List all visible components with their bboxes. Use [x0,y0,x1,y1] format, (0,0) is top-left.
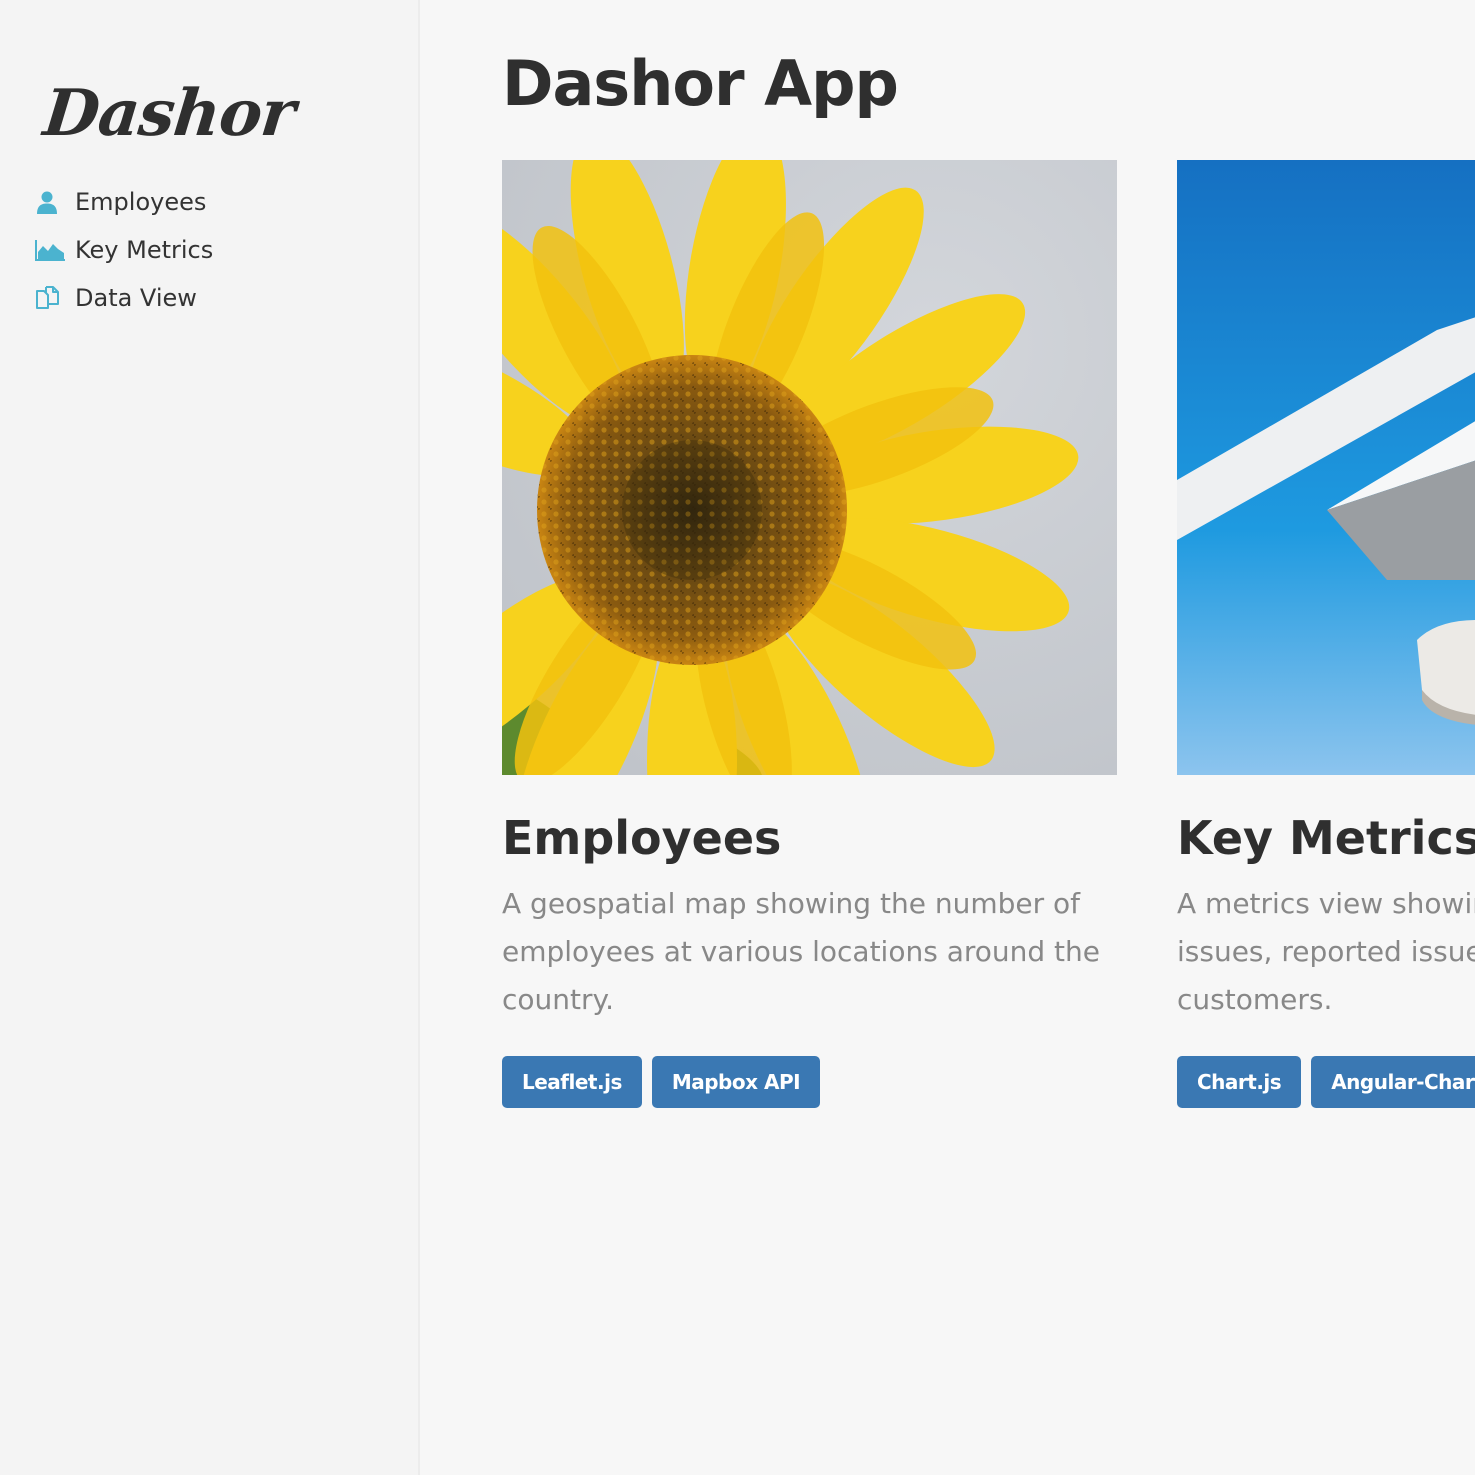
tag-list: Chart.js Angular-Chart [1177,1056,1475,1108]
tag-leaflet[interactable]: Leaflet.js [502,1056,642,1108]
sidebar-item-label: Employees [75,188,207,216]
sidebar-item-employees[interactable]: Employees [34,178,213,226]
card-description-line: customers. [1177,983,1333,1016]
card-key-metrics[interactable]: Key Metrics A metrics view showir issues,… [1177,160,1475,1108]
card-description: A metrics view showir issues, reported is… [1177,880,1475,1024]
sidebar-nav: Employees Key Metrics Data View [34,178,213,322]
user-icon [34,187,68,217]
tag-mapbox-api[interactable]: Mapbox API [651,1056,821,1108]
app-logo[interactable]: Dashor [40,72,299,156]
card-description-line: issues, reported issue [1177,935,1475,968]
card-title: Employees [502,811,782,865]
card-description-line: A metrics view showir [1177,887,1475,920]
sidebar-item-data-view[interactable]: Data View [34,274,213,322]
card-title: Key Metrics [1177,811,1475,865]
page-title: Dashor App [502,47,899,120]
tag-angular-chart[interactable]: Angular-Chart [1311,1056,1475,1108]
card-description: A geospatial map showing the number of e… [502,887,1101,1016]
sidebar: Dashor Employees Key Metrics Data View [0,0,420,1475]
main-content: Dashor App Employees A geospatial map sh… [421,0,1475,1475]
sidebar-item-key-metrics[interactable]: Key Metrics [34,226,213,274]
sidebar-item-label: Data View [75,284,197,312]
area-chart-icon [34,235,68,265]
sunflower-photo[interactable] [502,160,1117,775]
white-architecture-blue-sky-photo[interactable] [1177,160,1475,775]
card-employees[interactable]: Employees A geospatial map showing the n… [502,160,1117,1108]
sidebar-item-label: Key Metrics [75,236,214,264]
documents-icon [34,283,68,313]
tag-chartjs[interactable]: Chart.js [1177,1056,1302,1108]
tag-list: Leaflet.js Mapbox API [502,1056,821,1108]
